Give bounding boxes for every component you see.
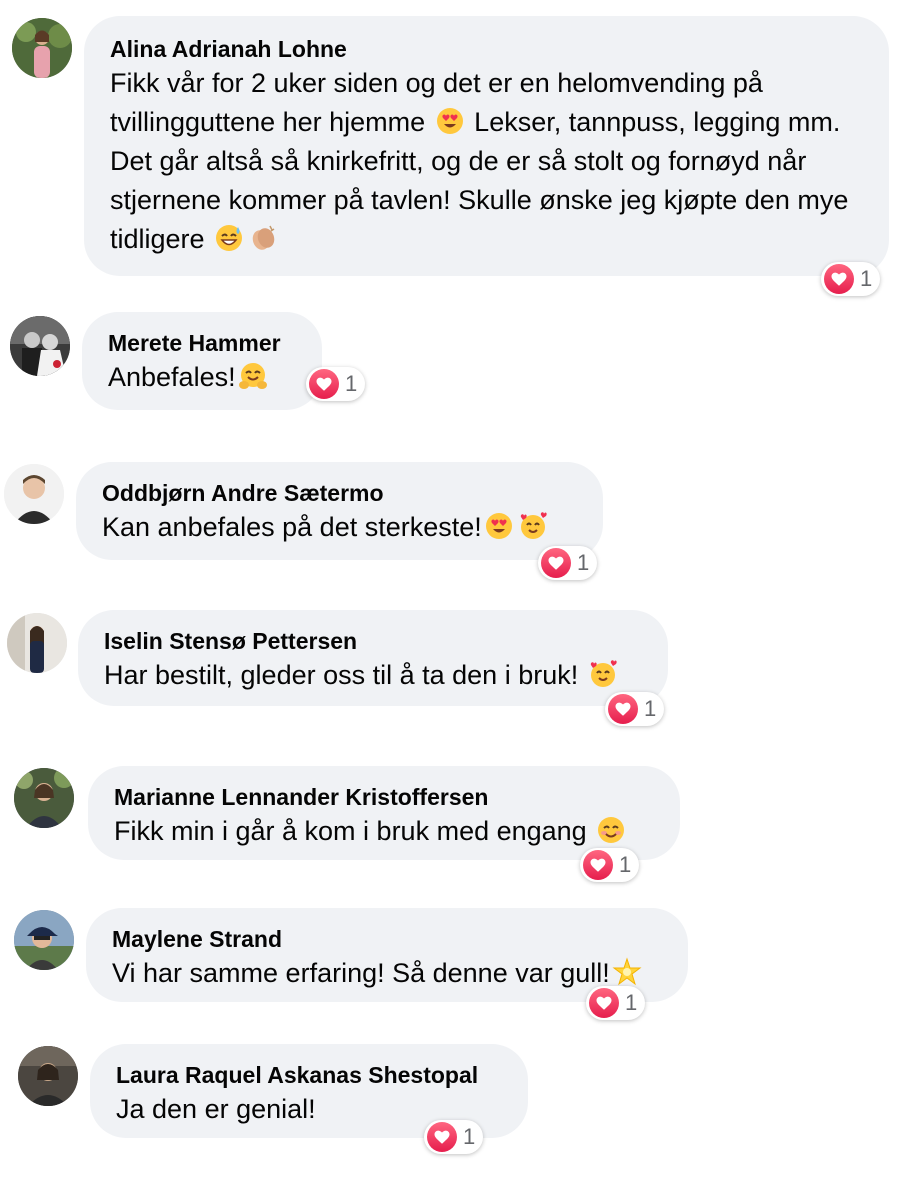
reaction-badge[interactable]: 1 [580, 848, 640, 882]
reaction-badge[interactable]: 1 [538, 546, 598, 580]
comment-text: Har bestilt, gleder oss til å ta den i b… [104, 656, 642, 695]
reaction-count: 1 [345, 371, 358, 396]
reaction-badge[interactable]: 1 [586, 986, 646, 1020]
reaction-badge[interactable]: 1 [424, 1120, 484, 1154]
reaction-badge[interactable]: 1 [306, 367, 366, 401]
reaction-badge[interactable]: 1 [821, 262, 881, 296]
comment-author[interactable]: Maylene Strand [112, 924, 662, 954]
glowing-star-emoji [612, 957, 642, 987]
heart-icon [824, 264, 854, 294]
smiling-face-with-hearts-emoji [588, 659, 618, 689]
comment-text: Anbefales! [108, 358, 296, 397]
comment-bubble: Iselin Stensø Pettersen Har bestilt, gle… [78, 610, 668, 706]
smiling-face-with-hearts-emoji [518, 511, 548, 541]
reaction-count: 1 [463, 1124, 476, 1149]
reaction-count: 1 [644, 696, 657, 721]
comment-author[interactable]: Merete Hammer [108, 328, 296, 358]
comment-bubble: Merete Hammer Anbefales! [82, 312, 322, 410]
comment-author[interactable]: Laura Raquel Askanas Shestopal [116, 1060, 502, 1090]
comment-text: Fikk vår for 2 uker siden og det er en h… [110, 68, 849, 254]
heart-icon [583, 850, 613, 880]
heart-icon [309, 369, 339, 399]
comment-author[interactable]: Iselin Stensø Pettersen [104, 626, 642, 656]
comment-author[interactable]: Alina Adrianah Lohne [110, 34, 863, 64]
comment-bubble: Marianne Lennander Kristoffersen Fikk mi… [88, 766, 680, 860]
comment-text: Vi har samme erfaring! Så denne var gull… [112, 954, 662, 993]
avatar[interactable] [14, 910, 74, 970]
reaction-count: 1 [619, 852, 632, 877]
reaction-count: 1 [625, 990, 638, 1015]
hugging-face-emoji [238, 361, 268, 391]
clapping-hands-emoji [248, 223, 278, 253]
comment-bubble: Alina Adrianah Lohne Fikk vår for 2 uker… [84, 16, 889, 276]
avatar[interactable] [14, 768, 74, 828]
avatar[interactable] [18, 1046, 78, 1106]
heart-eyes-emoji [435, 106, 465, 136]
avatar[interactable] [10, 316, 70, 376]
reaction-badge[interactable]: 1 [605, 692, 665, 726]
heart-icon [427, 1122, 457, 1152]
comment-text: Kan anbefales på det sterkeste! [102, 508, 577, 547]
avatar[interactable] [7, 613, 67, 673]
smiling-blush-emoji [596, 815, 626, 845]
avatar[interactable] [4, 464, 64, 524]
heart-eyes-emoji [484, 511, 514, 541]
heart-icon [589, 988, 619, 1018]
comment-author[interactable]: Oddbjørn Andre Sætermo [102, 478, 577, 508]
heart-icon [608, 694, 638, 724]
comment-author[interactable]: Marianne Lennander Kristoffersen [114, 782, 654, 812]
avatar[interactable] [12, 18, 72, 78]
heart-icon [541, 548, 571, 578]
comment-text: Fikk min i går å kom i bruk med engang [114, 812, 654, 851]
sweat-smile-emoji [214, 223, 244, 253]
reaction-count: 1 [860, 266, 873, 291]
comment-bubble: Oddbjørn Andre Sætermo Kan anbefales på … [76, 462, 603, 560]
reaction-count: 1 [577, 550, 590, 575]
